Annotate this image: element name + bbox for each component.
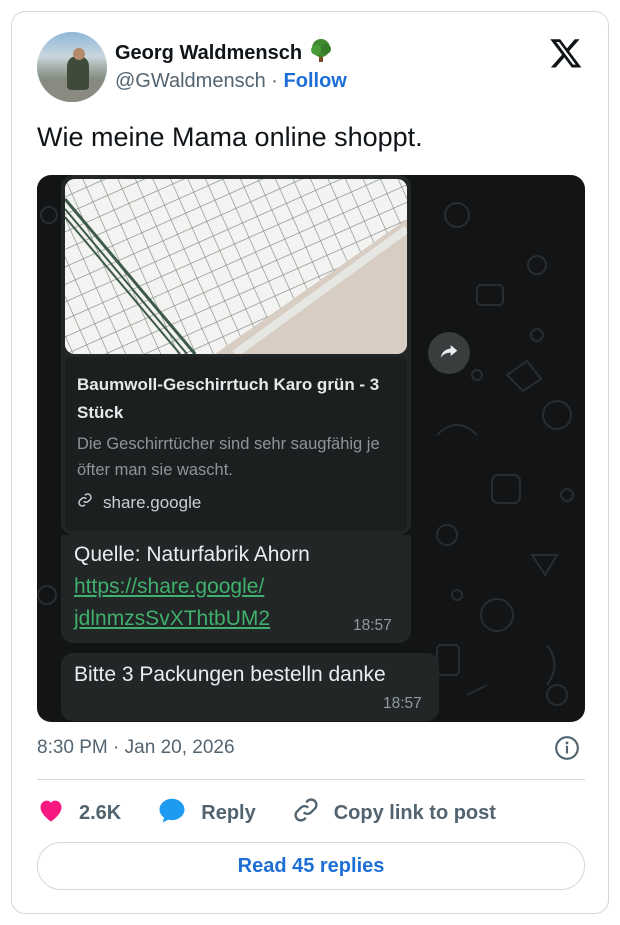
- like-button[interactable]: 2.6K: [37, 797, 121, 829]
- tree-emoji-icon: [308, 38, 334, 69]
- link-preview-box: Baumwoll-Geschirrtuch Karo grün - 3 Stüc…: [65, 357, 407, 531]
- forward-button[interactable]: [428, 332, 470, 374]
- link-chain-icon: [292, 796, 334, 830]
- preview-domain: share.google: [77, 492, 201, 513]
- like-count: 2.6K: [79, 801, 122, 824]
- x-logo-icon[interactable]: [549, 36, 583, 70]
- info-icon[interactable]: [554, 735, 580, 761]
- message-1-source: Quelle: Naturfabrik Ahorn: [74, 543, 310, 566]
- link-preview-bubble[interactable]: Baumwoll-Geschirrtuch Karo grün - 3 Stüc…: [61, 175, 411, 535]
- date-separator: ·: [113, 737, 120, 758]
- forward-arrow-icon: [439, 341, 459, 366]
- author-handle[interactable]: @GWaldmensch: [115, 70, 266, 92]
- preview-title: Baumwoll-Geschirrtuch Karo grün - 3 Stüc…: [77, 375, 380, 422]
- message-2-time: 18:57: [383, 695, 422, 712]
- action-bar: 2.6K Reply Copy link to post: [37, 797, 496, 829]
- heart-icon: [37, 797, 79, 829]
- message-bubble-1[interactable]: Quelle: Naturfabrik Ahorn https://share.…: [61, 535, 411, 643]
- message-1-link-1[interactable]: https://share.google/: [74, 575, 264, 599]
- tweet-date: Jan 20, 2026: [124, 737, 235, 758]
- tweet-text: Wie meine Mama online shoppt.: [37, 122, 423, 152]
- reply-bubble-icon: [157, 796, 201, 830]
- divider: [37, 779, 585, 780]
- author-name-row: Georg Waldmensch: [115, 38, 334, 69]
- read-replies-button[interactable]: Read 45 replies: [37, 842, 585, 890]
- avatar[interactable]: [37, 32, 107, 102]
- copy-link-button[interactable]: Copy link to post: [292, 796, 496, 830]
- tweet-card: Georg Waldmensch @GWaldmensch · Follow W…: [11, 11, 609, 914]
- copy-link-label: Copy link to post: [333, 801, 496, 824]
- reply-button[interactable]: Reply: [157, 796, 256, 830]
- preview-domain-text: share.google: [103, 492, 202, 512]
- tweet-time: 8:30 PM: [37, 737, 108, 758]
- message-2-text: Bitte 3 Packungen bestelln danke: [74, 663, 386, 686]
- reply-label: Reply: [201, 801, 256, 824]
- handle-row: @GWaldmensch · Follow: [115, 70, 347, 93]
- follow-button[interactable]: Follow: [284, 70, 347, 92]
- message-bubble-2[interactable]: Bitte 3 Packungen bestelln danke 18:57: [61, 653, 439, 721]
- tweet-media-chat-screenshot[interactable]: Baumwoll-Geschirrtuch Karo grün - 3 Stüc…: [37, 175, 585, 722]
- message-1-link-2[interactable]: jdlnmzsSvXThtbUM2: [74, 607, 270, 631]
- product-photo: [65, 179, 407, 354]
- tweet-timestamp[interactable]: 8:30 PM · Jan 20, 2026: [37, 737, 235, 759]
- message-1-time: 18:57: [353, 617, 392, 634]
- link-icon: [77, 492, 93, 513]
- separator: ·: [271, 70, 278, 92]
- preview-description: Die Geschirrtücher sind sehr saugfähig j…: [77, 435, 380, 479]
- author-name[interactable]: Georg Waldmensch: [115, 42, 302, 65]
